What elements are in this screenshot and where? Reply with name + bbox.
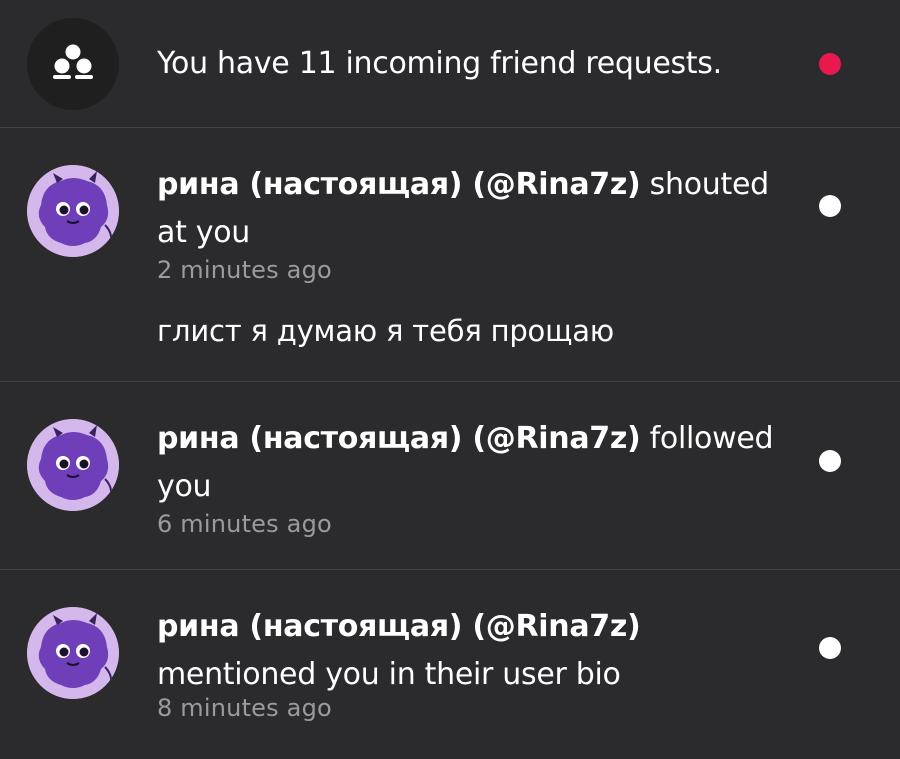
- notification-timestamp: 8 minutes ago: [157, 694, 332, 722]
- purple-monster-avatar-icon: [27, 419, 119, 511]
- user-avatar[interactable]: [27, 607, 119, 699]
- notification-text: рина (настоящая) (@Rina7z) shouted at yo…: [157, 161, 797, 257]
- notification-item[interactable]: рина (настоящая) (@Rina7z) mentioned you …: [0, 570, 900, 759]
- username-link[interactable]: рина (настоящая) (@Rina7z): [157, 609, 641, 644]
- purple-monster-avatar-icon: [27, 607, 119, 699]
- notification-timestamp: 2 minutes ago: [157, 256, 332, 284]
- notification-action: mentioned you in their user bio: [157, 657, 621, 692]
- user-avatar[interactable]: [27, 419, 119, 511]
- notification-timestamp: 6 minutes ago: [157, 510, 332, 538]
- friend-requests-row[interactable]: You have 11 incoming friend requests.: [0, 0, 900, 128]
- user-avatar[interactable]: [27, 165, 119, 257]
- friends-group-icon: [27, 18, 119, 110]
- unread-indicator-dot: [819, 450, 841, 472]
- unread-indicator-dot: [819, 195, 841, 217]
- unread-indicator-dot: [819, 637, 841, 659]
- username-link[interactable]: рина (настоящая) (@Rina7z): [157, 421, 641, 456]
- friend-requests-text: You have 11 incoming friend requests.: [157, 46, 722, 81]
- shout-message: глист я думаю я тебя прощаю: [157, 314, 614, 348]
- username-link[interactable]: рина (настоящая) (@Rina7z): [157, 167, 641, 202]
- unread-indicator-dot: [819, 53, 841, 75]
- notification-text: рина (настоящая) (@Rina7z) followed you: [157, 415, 797, 511]
- notification-text: рина (настоящая) (@Rina7z) mentioned you …: [157, 603, 797, 699]
- notification-item[interactable]: рина (настоящая) (@Rina7z) followed you …: [0, 382, 900, 570]
- purple-monster-avatar-icon: [27, 165, 119, 257]
- notification-item[interactable]: рина (настоящая) (@Rina7z) shouted at yo…: [0, 128, 900, 382]
